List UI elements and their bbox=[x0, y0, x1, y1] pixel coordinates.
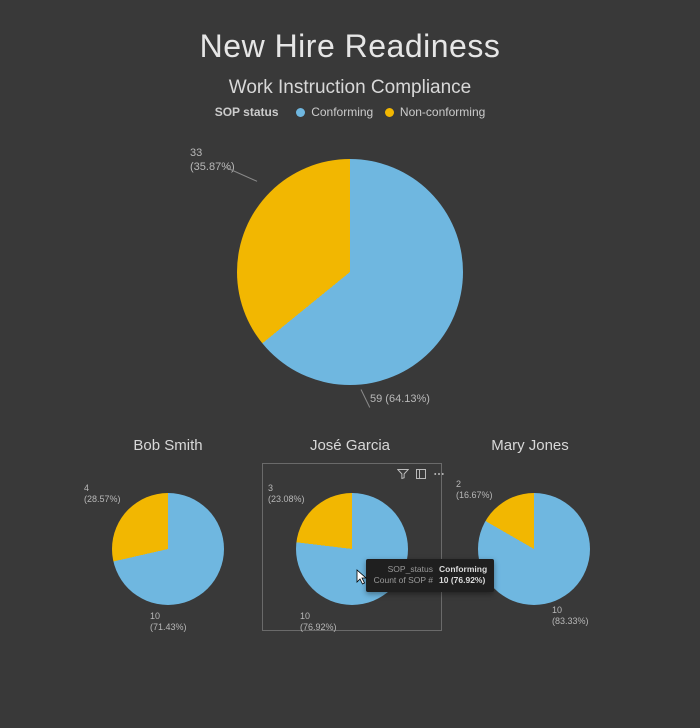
chart-subtitle: Work Instruction Compliance bbox=[0, 77, 700, 99]
legend-item-conforming[interactable]: Conforming bbox=[311, 105, 373, 119]
legend: SOP status Conforming Non-conforming bbox=[0, 105, 700, 119]
legend-label: SOP status bbox=[215, 105, 279, 119]
focus-icon[interactable] bbox=[415, 468, 427, 480]
filter-icon[interactable] bbox=[397, 468, 409, 480]
leader-line bbox=[361, 389, 371, 407]
pie1-c-label: 10(76.92%) bbox=[300, 611, 337, 634]
legend-swatch-conforming bbox=[296, 108, 305, 117]
pie-wrap-2 bbox=[478, 493, 590, 605]
legend-item-nonconforming[interactable]: Non-conforming bbox=[400, 105, 485, 119]
person-name-1: José Garcia bbox=[290, 437, 410, 454]
tooltip: SOP_statusConforming Count of SOP #10 (7… bbox=[366, 559, 494, 592]
pie0-nc-label: 4(28.57%) bbox=[84, 483, 121, 506]
page-title: New Hire Readiness bbox=[0, 28, 700, 65]
pie-mary[interactable] bbox=[478, 493, 590, 605]
pie1-nc-label: 3(23.08%) bbox=[268, 483, 305, 506]
pie-bob[interactable] bbox=[112, 493, 224, 605]
person-name-0: Bob Smith bbox=[108, 437, 228, 454]
visual-toolbar bbox=[397, 468, 445, 480]
cursor-icon bbox=[356, 569, 368, 585]
pie2-nc-label: 2(16.67%) bbox=[456, 479, 493, 502]
person-name-2: Mary Jones bbox=[470, 437, 590, 454]
legend-swatch-nonconforming bbox=[385, 108, 394, 117]
main-pie[interactable] bbox=[237, 159, 463, 385]
pie-wrap-0 bbox=[112, 493, 224, 605]
main-pie-wrap bbox=[237, 159, 463, 385]
main-conforming-label: 59 (64.13%) bbox=[370, 393, 430, 407]
pie2-c-label: 10(83.33%) bbox=[552, 605, 589, 628]
more-icon[interactable] bbox=[433, 468, 445, 480]
pie0-c-label: 10(71.43%) bbox=[150, 611, 187, 634]
main-nonconforming-label: 33 (35.87%) bbox=[190, 147, 235, 175]
